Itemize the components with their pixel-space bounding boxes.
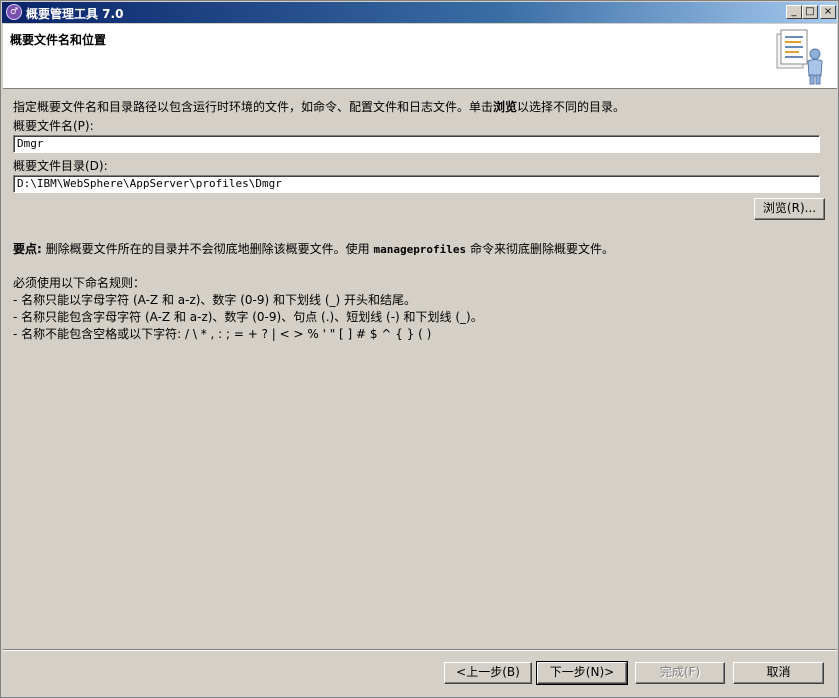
browse-button[interactable]: 浏览(R)... [754,198,825,220]
naming-rule-item: - 名称只能以字母字符 (A-Z 和 a-z)、数字 (0-9) 和下划线 (_… [13,293,417,307]
intro-text-bold: 浏览 [493,100,518,114]
important-note: 要点: 删除概要文件所在的目录并不会彻底地删除该概要文件。使用 managepr… [13,240,614,257]
wizard-window: ♂ 概要管理工具 7.0 _ □ × 概要文件名和位置 指定概要文件名和目录路径… [0,0,839,698]
intro-text: 指定概要文件名和目录路径以包含运行时环境的文件，如命令、配置文件和日志文件。单击… [13,98,625,115]
profile-name-input[interactable]: Dmgr [13,135,820,153]
naming-rules-title: 必须使用以下命名规则： [13,276,146,290]
wizard-person-document-icon [776,29,823,85]
header-panel: 概要文件名和位置 [3,24,837,89]
app-icon: ♂ [6,4,22,20]
title-bar[interactable]: ♂ 概要管理工具 7.0 _ □ × [2,2,837,23]
naming-rule-item: - 名称只能包含字母字符 (A-Z 和 a-z)、数字 (0-9)、句点 (.)… [13,310,483,324]
important-note-label: 要点: [13,242,42,256]
profile-directory-label: 概要文件目录(D): [13,159,108,173]
intro-text-prefix: 指定概要文件名和目录路径以包含运行时环境的文件，如命令、配置文件和日志文件。单击 [13,100,494,114]
close-button[interactable]: × [820,5,836,19]
manageprofiles-command: manageprofiles [373,243,467,256]
finish-button[interactable]: 完成(F) [635,662,725,684]
intro-text-suffix: 以选择不同的目录。 [517,100,626,114]
back-button[interactable]: <上一步(B) [444,662,532,684]
naming-rule-item: - 名称不能包含空格或以下字符: / \ * , : ; = + ? | < >… [13,327,432,341]
important-note-text-end: 命令来彻底删除概要文件。 [466,242,614,256]
maximize-button[interactable]: □ [802,5,818,19]
profile-name-label: 概要文件名(P): [13,119,94,133]
minimize-button[interactable]: _ [786,5,802,19]
cancel-button[interactable]: 取消 [733,662,824,684]
profile-directory-input[interactable]: D:\IBM\WebSphere\AppServer\profiles\Dmgr [13,175,820,193]
page-title: 概要文件名和位置 [10,33,107,47]
important-note-text: 删除概要文件所在的目录并不会彻底地删除该概要文件。使用 [41,242,374,256]
window-title: 概要管理工具 7.0 [26,7,124,21]
next-button[interactable]: 下一步(N)> [536,661,628,685]
footer-separator [3,649,837,651]
